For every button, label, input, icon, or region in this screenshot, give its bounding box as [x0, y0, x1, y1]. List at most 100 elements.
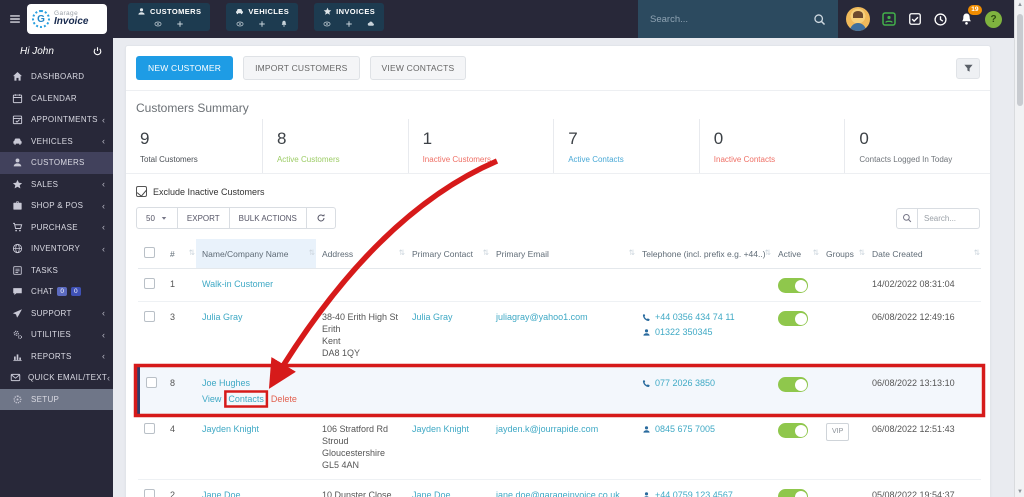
clock-icon[interactable] [933, 12, 948, 27]
column-header-primary-email[interactable]: Primary Email⇅ [490, 239, 636, 269]
help-icon[interactable]: ? [985, 11, 1002, 28]
sidebar-item-chat[interactable]: CHAT00 [0, 281, 113, 303]
chevron-left-icon: ‹ [102, 179, 105, 189]
sidebar-item-calendar[interactable]: CALENDAR [0, 88, 113, 110]
tasks-check-icon[interactable] [908, 12, 922, 26]
eye-icon[interactable] [323, 20, 331, 28]
eye-icon[interactable] [236, 20, 244, 28]
search-icon[interactable] [896, 208, 918, 229]
column-header-date-created[interactable]: Date Created⇅ [866, 239, 981, 269]
sidebar-item-reports[interactable]: REPORTS‹ [0, 346, 113, 368]
active-toggle[interactable] [778, 423, 808, 438]
row-action-delete[interactable]: Delete [271, 394, 297, 404]
sidebar-item-utilities[interactable]: UTILITIES‹ [0, 324, 113, 346]
column-header-[interactable]: #⇅ [164, 239, 196, 269]
exclude-inactive-checkbox[interactable] [136, 186, 147, 197]
primary-email-link[interactable]: jane.doe@garageinvoice.co.uk [496, 490, 620, 497]
sidebar-item-inventory[interactable]: INVENTORY‹ [0, 238, 113, 260]
primary-contact-link[interactable]: Julia Gray [412, 312, 453, 322]
logout-power-icon[interactable] [92, 46, 103, 57]
topnav-invoices-button[interactable]: INVOICES [314, 3, 384, 31]
sidebar-item-quick-email-text[interactable]: QUICK EMAIL/TEXT‹ [0, 367, 113, 389]
date-created-cell: 05/08/2022 19:54:37 [866, 480, 981, 497]
column-header-address[interactable]: Address⇅ [316, 239, 406, 269]
scrollbar-thumb[interactable] [1017, 14, 1023, 106]
row-checkbox[interactable] [144, 489, 155, 497]
primary-contact-link[interactable]: Jayden Knight [412, 424, 469, 434]
phone-number-link[interactable]: 0845 675 7005 [655, 423, 715, 435]
export-button[interactable]: EXPORT [177, 207, 230, 229]
row-checkbox[interactable] [144, 423, 155, 434]
column-header-primary-contact[interactable]: Primary Contact⇅ [406, 239, 490, 269]
page-scrollbar[interactable]: ▲ ▼ [1014, 0, 1024, 497]
topnav-vehicles-button[interactable]: VEHICLES [226, 3, 298, 31]
new-customer-button[interactable]: NEW CUSTOMER [136, 56, 233, 80]
row-checkbox[interactable] [146, 377, 157, 388]
eye-icon[interactable] [154, 20, 162, 28]
customer-name-link[interactable]: Jayden Knight [202, 424, 259, 434]
customer-name-link[interactable]: Jane Doe [202, 490, 241, 497]
sidebar-item-purchase[interactable]: PURCHASE‹ [0, 217, 113, 239]
global-search[interactable] [638, 0, 838, 38]
sidebar-item-vehicles[interactable]: VEHICLES‹ [0, 131, 113, 153]
sidebar-item-tasks[interactable]: TASKS [0, 260, 113, 282]
search-icon[interactable] [813, 13, 826, 26]
phone-number-link[interactable]: +44 0356 434 74 11 [655, 311, 735, 323]
select-all-header[interactable] [138, 239, 164, 269]
topnav-customers-button[interactable]: CUSTOMERS [128, 3, 210, 31]
cart-icon [10, 222, 24, 233]
sidebar-item-support[interactable]: SUPPORT‹ [0, 303, 113, 325]
active-toggle[interactable] [778, 311, 808, 326]
plus-icon[interactable] [176, 20, 184, 28]
active-toggle[interactable] [778, 489, 808, 497]
hamburger-menu-icon[interactable] [8, 12, 22, 26]
phone-number-link[interactable]: +44 0759 123 4567 [655, 489, 733, 497]
page-size-select[interactable]: 50 [136, 207, 178, 229]
phone-number-link[interactable]: 077 2026 3850 [655, 377, 715, 389]
global-search-input[interactable] [650, 14, 805, 25]
sidebar-item-customers[interactable]: CUSTOMERS [0, 152, 113, 174]
import-customers-button[interactable]: IMPORT CUSTOMERS [243, 56, 359, 80]
refresh-button[interactable] [306, 207, 336, 229]
exclude-inactive-checkbox-row[interactable]: Exclude Inactive Customers [136, 186, 980, 197]
sidebar-item-shop-pos[interactable]: SHOP & POS‹ [0, 195, 113, 217]
bell-icon[interactable] [280, 20, 288, 28]
active-toggle[interactable] [778, 278, 808, 293]
scroll-up-arrow[interactable]: ▲ [1015, 2, 1024, 8]
cloud-icon[interactable] [367, 20, 375, 28]
customer-name-link[interactable]: Joe Hughes [202, 378, 250, 388]
customer-name-link[interactable]: Julia Gray [202, 312, 243, 322]
active-toggle[interactable] [778, 377, 808, 392]
row-checkbox[interactable] [144, 278, 155, 289]
plus-icon[interactable] [258, 20, 266, 28]
select-all-checkbox[interactable] [144, 247, 155, 258]
scroll-down-arrow[interactable]: ▼ [1015, 489, 1024, 495]
filter-button[interactable] [956, 58, 980, 79]
row-action-view[interactable]: View [202, 394, 221, 404]
table-search-input[interactable] [918, 208, 980, 229]
sidebar-item-sales[interactable]: SALES‹ [0, 174, 113, 196]
plus-icon[interactable] [345, 20, 353, 28]
customer-name-link[interactable]: Walk-in Customer [202, 279, 273, 289]
row-checkbox[interactable] [144, 311, 155, 322]
table-toolbar: 50 EXPORT BULK ACTIONS [136, 207, 980, 229]
phone-number-link[interactable]: 01322 350345 [655, 326, 713, 338]
topbar: G Garage Invoice CUSTOMERS VEHICLES INVOIC… [0, 0, 1024, 38]
column-header-telephone-incl-prefix-e-g-44[interactable]: Telephone (incl. prefix e.g. +44..)⇅ [636, 239, 772, 269]
sidebar-item-setup[interactable]: SETUP [0, 389, 113, 411]
sidebar-item-appointments[interactable]: APPOINTMENTS‹ [0, 109, 113, 131]
primary-email-link[interactable]: juliagray@yahoo1.com [496, 312, 588, 322]
row-action-contacts[interactable]: Contacts [228, 394, 264, 404]
user-avatar[interactable] [846, 7, 870, 31]
sidebar-item-dashboard[interactable]: DASHBOARD [0, 66, 113, 88]
app-logo[interactable]: G Garage Invoice [27, 4, 107, 34]
notifications-bell-icon[interactable]: 19 [959, 12, 974, 27]
bulk-actions-button[interactable]: BULK ACTIONS [229, 207, 307, 229]
messages-icon[interactable] [881, 11, 897, 27]
column-header-active[interactable]: Active⇅ [772, 239, 820, 269]
column-header-name-company-name[interactable]: Name/Company Name⇅ [196, 239, 316, 269]
view-contacts-button[interactable]: VIEW CONTACTS [370, 56, 467, 80]
primary-contact-link[interactable]: Jane Doe [412, 490, 451, 497]
column-header-groups[interactable]: Groups⇅ [820, 239, 866, 269]
primary-email-link[interactable]: jayden.k@jourrapide.com [496, 424, 598, 434]
